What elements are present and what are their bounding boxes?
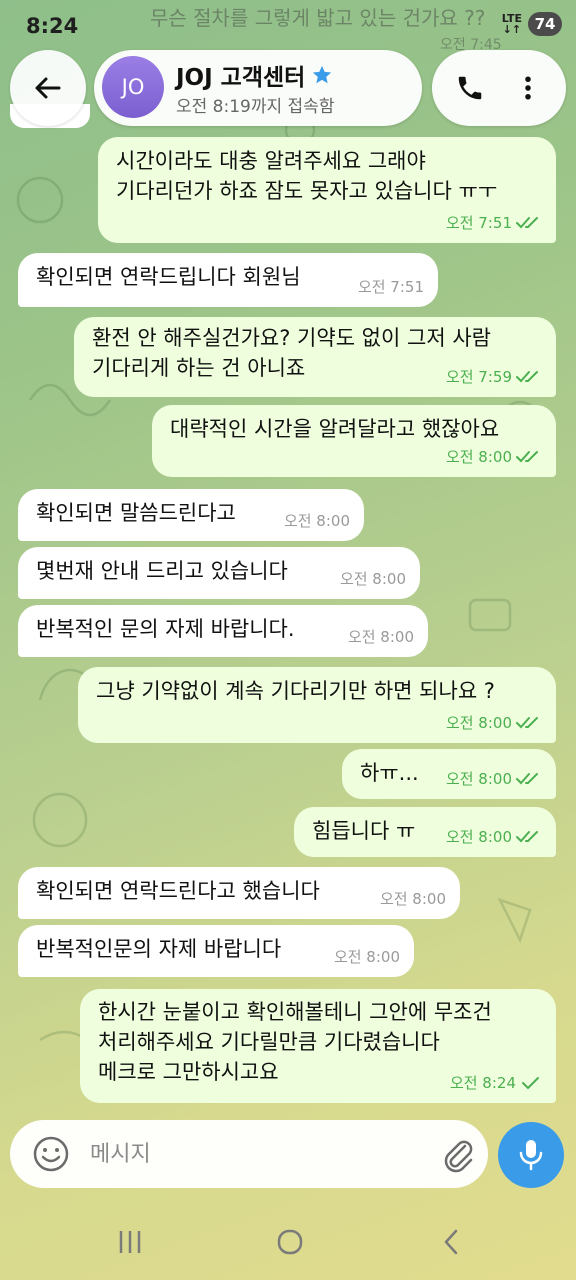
message-text: 몇번재 안내 드리고 있습니다 — [36, 559, 288, 583]
double-check-icon — [516, 773, 538, 785]
call-button[interactable] — [450, 68, 490, 108]
message-time: 오전 8:24 — [449, 1074, 516, 1092]
message-meta: 오전 8:00 — [284, 506, 350, 536]
message-time: 오전 8:00 — [339, 570, 406, 588]
message-meta: 오전 8:00 — [446, 764, 542, 794]
system-navigation-bar — [0, 1200, 576, 1280]
message-time: 오전 8:00 — [379, 890, 446, 908]
message-time: 오전 8:00 — [445, 770, 512, 788]
message-meta: 오전 8:00 — [334, 942, 400, 972]
attach-button[interactable] — [438, 1134, 478, 1174]
message-meta: 오전 8:00 — [348, 622, 414, 652]
phone-icon — [458, 76, 482, 100]
message-time: 오전 8:00 — [445, 828, 512, 846]
message-text: 하ㅠ... — [360, 761, 419, 785]
chat-header: JO JOJ 고객센터 오전 8:19까지 접속함 — [0, 50, 576, 126]
paperclip-icon — [444, 1140, 473, 1173]
message-text: 시간이라도 대충 알려주세요 그래야 기다리던가 하죠 잠도 못자고 있습니다 ㅠ… — [116, 149, 498, 203]
nav-back-icon — [444, 1229, 458, 1255]
message-meta: 오전 8:00 — [446, 442, 542, 472]
chat-title-text: JOJ 고객센터 — [176, 65, 306, 91]
message-bubble[interactable]: 하ㅠ... 오전 8:00 — [342, 749, 556, 799]
arrow-left-icon — [35, 77, 61, 99]
double-check-icon — [516, 717, 538, 729]
message-time: 오전 7:51 — [357, 278, 424, 296]
home-icon — [277, 1229, 303, 1255]
nav-back-button[interactable] — [432, 1222, 472, 1262]
message-text: 한시간 눈붙이고 확인해볼테니 그안에 무조건 처리해주세요 기다릴만큼 기다렸습… — [98, 1000, 492, 1084]
message-bubble[interactable]: 확인되면 말씀드린다고 오전 8:00 — [18, 489, 364, 541]
message-text: 반복적인 문의 자제 바랍니다. — [36, 617, 295, 641]
message-text: 힘듭니다 ㅠ — [312, 819, 416, 843]
status-bar: 8:24 LTE ↓↑ 74 — [0, 0, 576, 50]
battery-indicator: 74 — [528, 12, 562, 36]
chat-title: JOJ 고객센터 — [176, 58, 333, 92]
message-composer — [10, 1120, 488, 1188]
message-bubble[interactable]: 반복적인문의 자제 바랍니다 오전 8:00 — [18, 925, 414, 977]
message-bubble[interactable]: 환전 안 해주실건가요? 기약도 없이 그저 사람 기다리게 하는 건 아니죠 오… — [74, 317, 556, 397]
message-meta: 오전 8:00 — [446, 708, 542, 738]
message-time: 오전 8:00 — [445, 448, 512, 466]
message-meta: 오전 7:51 — [358, 272, 424, 302]
double-check-icon — [516, 831, 538, 843]
double-check-icon — [516, 217, 538, 229]
message-text: 환전 안 해주실건가요? 기약도 없이 그저 사람 기다리게 하는 건 아니죠 — [92, 326, 491, 380]
more-button[interactable] — [508, 68, 548, 108]
message-bubble[interactable]: 그냥 기약없이 계속 기다리기만 하면 되나요 ? 오전 8:00 — [78, 667, 556, 743]
message-meta: 오전 8:24 — [450, 1068, 542, 1098]
chat-info[interactable]: JO JOJ 고객센터 오전 8:19까지 접속함 — [94, 50, 422, 126]
message-input[interactable] — [90, 1134, 420, 1174]
message-bubble[interactable]: 대략적인 시간을 알려달라고 했잖아요 오전 8:00 — [152, 405, 556, 477]
back-button[interactable] — [10, 50, 86, 126]
header-actions — [432, 50, 566, 126]
message-time: 오전 7:51 — [445, 214, 512, 232]
message-meta: 오전 7:59 — [446, 362, 542, 392]
message-text: 확인되면 연락드린다고 했습니다 — [36, 879, 320, 903]
message-bubble[interactable]: 한시간 눈붙이고 확인해볼테니 그안에 무조건 처리해주세요 기다릴만큼 기다렸습… — [80, 989, 556, 1103]
star-icon — [313, 65, 332, 84]
message-bubble[interactable]: 확인되면 연락드린다고 했습니다 오전 8:00 — [18, 867, 460, 919]
message-meta: 오전 8:00 — [446, 822, 542, 852]
message-bubble[interactable]: 반복적인 문의 자제 바랍니다. 오전 8:00 — [18, 605, 428, 657]
message-time: 오전 8:00 — [347, 628, 414, 646]
message-bubble[interactable]: 시간이라도 대충 알려주세요 그래야 기다리던가 하죠 잠도 못자고 있습니다 ㅠ… — [98, 137, 556, 243]
message-time: 오전 7:59 — [445, 368, 512, 386]
status-icons: LTE ↓↑ 74 — [502, 12, 562, 36]
single-check-icon — [522, 1077, 539, 1090]
recent-apps-button[interactable] — [110, 1222, 150, 1262]
message-time: 오전 8:00 — [333, 948, 400, 966]
home-button[interactable] — [270, 1222, 310, 1262]
message-meta: 오전 8:00 — [380, 884, 446, 914]
last-seen-status: 오전 8:19까지 접속함 — [176, 97, 335, 117]
status-time: 8:24 — [26, 14, 79, 38]
double-check-icon — [516, 371, 538, 383]
message-time: 오전 8:00 — [445, 714, 512, 732]
message-bubble[interactable]: 확인되면 연락드립니다 회원님 오전 7:51 — [18, 253, 438, 307]
message-text: 대략적인 시간을 알려달라고 했잖아요 — [170, 417, 500, 441]
message-meta: 오전 8:00 — [340, 564, 406, 594]
recent-apps-icon — [119, 1231, 141, 1253]
message-bubble[interactable]: 몇번재 안내 드리고 있습니다 오전 8:00 — [18, 547, 420, 599]
message-meta: 오전 7:51 — [446, 208, 542, 238]
message-text: 반복적인문의 자제 바랍니다 — [36, 937, 282, 961]
avatar: JO — [102, 56, 164, 118]
smile-icon — [33, 1136, 69, 1172]
message-text: 확인되면 말씀드린다고 — [36, 501, 236, 525]
mic-button[interactable] — [498, 1122, 564, 1188]
network-indicator: LTE ↓↑ — [501, 12, 522, 36]
message-text: 확인되면 연락드립니다 회원님 — [36, 265, 301, 289]
double-check-icon — [516, 451, 538, 463]
microphone-icon — [519, 1140, 543, 1171]
message-text: 그냥 기약없이 계속 기다리기만 하면 되나요 ? — [96, 679, 495, 703]
more-vertical-icon — [525, 76, 531, 100]
message-time: 오전 8:00 — [283, 512, 350, 530]
message-bubble[interactable]: 힘듭니다 ㅠ 오전 8:00 — [294, 807, 556, 857]
emoji-button[interactable] — [32, 1135, 70, 1173]
